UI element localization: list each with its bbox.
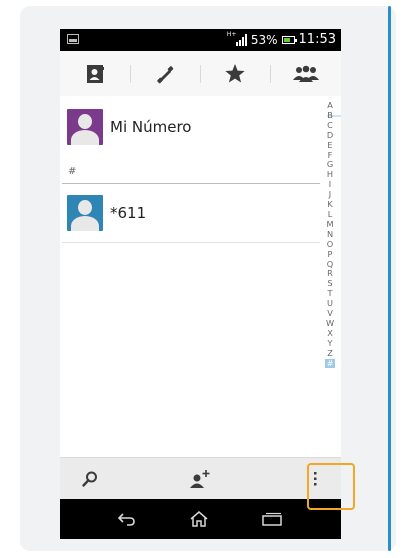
phone-screen: H+ 53% 11:53 Mi Número # *611 A B C D E … (60, 29, 341, 539)
action-bar (60, 457, 341, 500)
avatar (67, 195, 103, 231)
avatar (67, 109, 103, 145)
alphabet-index[interactable]: A B C D E F G H I J K L M N O P Q R S T U V W X Y Z # (324, 100, 336, 369)
recent-apps-button[interactable] (247, 499, 297, 539)
add-contact-button[interactable] (170, 458, 230, 500)
navigation-bar (60, 499, 341, 539)
search-button[interactable] (60, 458, 120, 500)
section-header: # (68, 166, 77, 177)
contact-name: *611 (110, 204, 147, 222)
home-button[interactable] (174, 499, 224, 539)
back-icon (117, 513, 135, 526)
tab-contacts[interactable] (60, 51, 130, 96)
network-type: H+ (226, 30, 237, 38)
section-divider (62, 183, 320, 184)
my-profile-row[interactable]: Mi Número (67, 109, 327, 145)
tab-phone[interactable] (130, 51, 200, 96)
clock: 11:53 (298, 32, 336, 47)
groups-icon (292, 65, 319, 82)
star-icon (225, 64, 245, 83)
contact-row[interactable]: *611 (67, 195, 327, 231)
signal-icon: H+ (227, 31, 247, 46)
back-button[interactable] (102, 499, 152, 539)
row-divider (62, 242, 320, 243)
device-frame-edge (388, 6, 391, 551)
home-icon (190, 511, 208, 527)
recent-apps-icon (262, 512, 282, 526)
index-letter[interactable]: # (325, 358, 335, 369)
contact-name: Mi Número (110, 118, 192, 136)
phone-icon (157, 65, 174, 83)
battery-percent: 53% (250, 32, 278, 47)
add-contact-icon (190, 470, 210, 488)
contacts-card-icon (87, 64, 104, 83)
tab-bar (60, 51, 341, 118)
battery-icon (281, 35, 297, 44)
status-bar: H+ 53% 11:53 (60, 29, 341, 51)
menu-highlight-box (307, 463, 355, 510)
index-letter[interactable]: P (328, 249, 333, 260)
image-notification-icon (67, 34, 79, 44)
tab-favorites[interactable] (200, 51, 270, 96)
search-icon (82, 471, 97, 487)
tab-groups[interactable] (270, 51, 341, 96)
contact-list: Mi Número # *611 (60, 96, 327, 457)
